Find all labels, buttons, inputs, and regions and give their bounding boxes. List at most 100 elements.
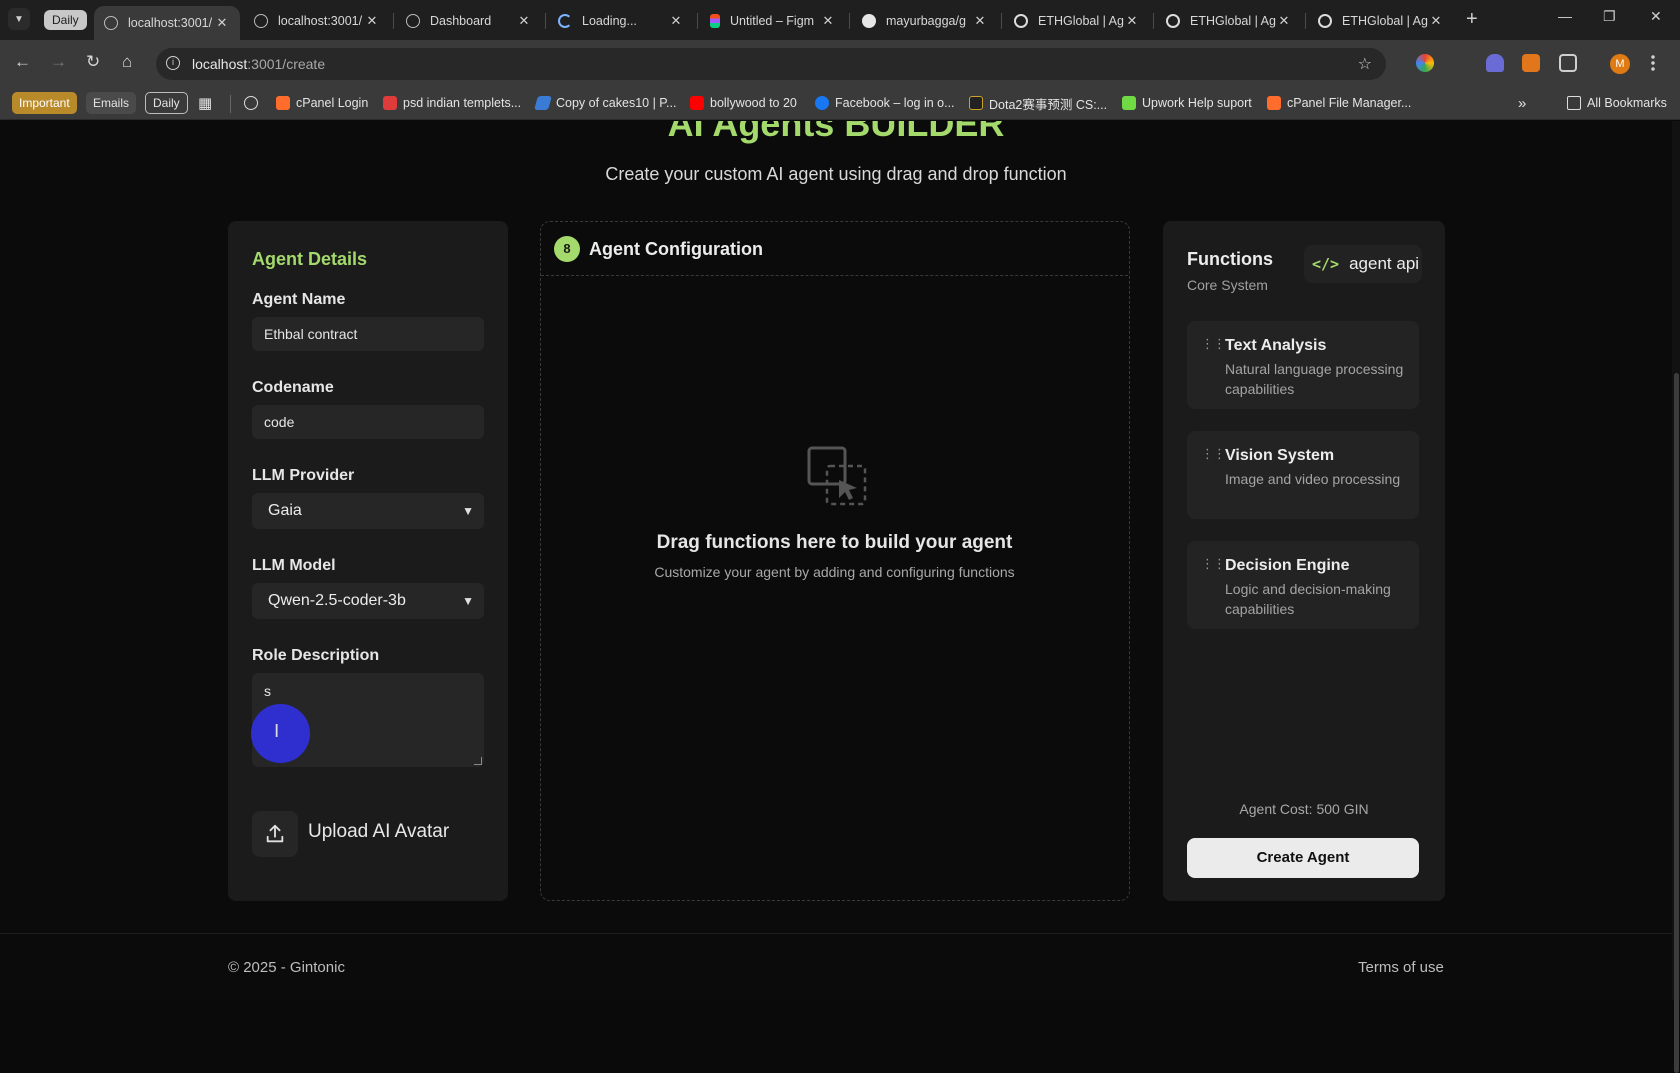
extensions-puzzle-icon[interactable]	[1559, 54, 1577, 72]
tab-github[interactable]: mayurbagga/g ✕	[852, 6, 998, 36]
restore-icon[interactable]: ❐	[1603, 8, 1616, 25]
back-icon[interactable]: ←	[14, 52, 31, 72]
tab-title: Loading...	[582, 14, 637, 28]
scrollbar-thumb[interactable]	[1674, 373, 1679, 1073]
bookmark-cpanel-file-manager[interactable]: cPanel File Manager...	[1267, 92, 1411, 114]
function-title: Text Analysis	[1225, 337, 1327, 354]
agent-name-input[interactable]: Ethbal contract	[252, 317, 484, 351]
chain-link-icon: 8	[554, 236, 580, 262]
window-close-icon[interactable]: ✕	[1650, 8, 1662, 25]
site-info-icon[interactable]: i	[166, 56, 180, 70]
close-icon[interactable]: ✕	[1124, 13, 1140, 29]
function-card-vision-system[interactable]: ⋮⋮ Vision System Image and video process…	[1187, 431, 1419, 519]
terms-of-use-link[interactable]: Terms of use	[1358, 959, 1444, 976]
codename-input[interactable]: code	[252, 405, 484, 439]
cursor-icon	[534, 96, 552, 110]
create-agent-button[interactable]: Create Agent	[1187, 838, 1419, 878]
bookmark-folder-daily[interactable]: Daily	[145, 92, 188, 114]
tab-localhost-create[interactable]: localhost:3001/ ✕	[94, 6, 240, 40]
minimize-icon[interactable]: —	[1558, 8, 1572, 24]
bookmark-star-icon[interactable]: ☆	[1358, 54, 1372, 74]
folder-icon	[1567, 96, 1581, 110]
drag-handle-icon[interactable]: ⋮⋮	[1201, 447, 1226, 462]
close-icon[interactable]: ✕	[972, 13, 988, 29]
tab-separator	[545, 13, 546, 29]
tab-ethglobal-2[interactable]: ETHGlobal | Ag ✕	[1156, 6, 1302, 36]
home-icon[interactable]: ⌂	[122, 52, 132, 72]
functions-heading: Functions	[1187, 249, 1273, 269]
tab-loading[interactable]: Loading... ✕	[548, 6, 694, 36]
globe-icon	[254, 14, 268, 28]
close-icon[interactable]: ✕	[516, 13, 532, 29]
close-icon[interactable]: ✕	[364, 13, 380, 29]
globe-icon	[406, 14, 420, 28]
function-description: Logic and decision-making capabilities	[1225, 581, 1391, 617]
dropzone-subtitle: Customize your agent by adding and confi…	[654, 564, 1015, 580]
reload-icon[interactable]: ↻	[86, 52, 100, 72]
tab-group-daily[interactable]: Daily	[44, 10, 87, 30]
bookmark-dota[interactable]: Dota2赛事预测 CS:...	[969, 92, 1107, 114]
pt-icon	[383, 96, 397, 110]
bookmark-cpanel-login[interactable]: cPanel Login	[276, 92, 368, 114]
function-title: Vision System	[1225, 447, 1335, 464]
llm-model-select[interactable]: Qwen-2.5-coder-3b ▼	[252, 583, 484, 619]
role-description-value: s	[264, 683, 271, 699]
function-card-text-analysis[interactable]: ⋮⋮ Text Analysis Natural language proces…	[1187, 321, 1419, 409]
profile-avatar[interactable]: M	[1610, 54, 1630, 74]
tab-dashboard[interactable]: Dashboard ✕	[396, 6, 542, 36]
close-icon[interactable]: ✕	[214, 15, 230, 31]
address-bar[interactable]: i localhost:3001/create ☆	[156, 48, 1386, 80]
color-extension-icon[interactable]	[1416, 54, 1434, 72]
functions-subheading: Core System	[1187, 277, 1268, 293]
bookmark-upwork[interactable]: Upwork Help suport	[1122, 92, 1252, 114]
apps-grid-icon[interactable]: ▦	[198, 92, 212, 114]
upload-avatar-button[interactable]	[252, 811, 298, 857]
bookmark-cakes[interactable]: Copy of cakes10 | P...	[534, 92, 676, 114]
bookmark-folder-important[interactable]: Important	[12, 92, 77, 114]
metamask-icon[interactable]	[1522, 54, 1540, 72]
more-bookmarks-icon[interactable]: »	[1518, 92, 1526, 114]
ghost-extension-icon[interactable]	[1486, 54, 1504, 72]
forward-icon[interactable]: →	[50, 52, 67, 72]
page-title: AI Agents BUILDER	[667, 121, 1005, 144]
tab-title: mayurbagga/g	[886, 14, 966, 28]
drag-handle-icon[interactable]: ⋮⋮	[1201, 557, 1226, 572]
bookmark-bollywood[interactable]: bollywood to 20	[690, 92, 797, 114]
page-subtitle: Create your custom AI agent using drag a…	[605, 164, 1067, 184]
bookmark-psd[interactable]: psd indian templets...	[383, 92, 521, 114]
function-card-decision-engine[interactable]: ⋮⋮ Decision Engine Logic and decision-ma…	[1187, 541, 1419, 629]
agent-configuration-dropzone[interactable]: 8 Agent Configuration Drag functions her…	[540, 221, 1130, 901]
close-icon[interactable]: ✕	[820, 13, 836, 29]
agent-api-button[interactable]: </> agent api	[1304, 245, 1422, 283]
ethglobal-icon	[1166, 14, 1180, 28]
close-icon[interactable]: ✕	[1276, 13, 1292, 29]
tab-title: localhost:3001/	[278, 14, 363, 28]
close-icon[interactable]: ✕	[668, 13, 684, 29]
tab-title: ETHGlobal | Ag	[1038, 14, 1124, 28]
new-tab-button[interactable]: +	[1466, 8, 1478, 31]
bookmark-folder-emails[interactable]: Emails	[86, 92, 137, 114]
tab-separator	[1305, 13, 1306, 29]
close-icon[interactable]: ✕	[1428, 13, 1444, 29]
page-scrollbar[interactable]	[1672, 121, 1680, 1073]
tab-ethglobal-1[interactable]: ETHGlobal | Ag ✕	[1004, 6, 1150, 36]
drag-handle-icon[interactable]: ⋮⋮	[1201, 337, 1226, 352]
upload-avatar-label[interactable]: Upload AI Avatar	[308, 821, 449, 843]
all-bookmarks[interactable]: All Bookmarks	[1567, 92, 1667, 114]
tab-ethglobal-3[interactable]: ETHGlobal | Ag ✕	[1308, 6, 1454, 36]
bookmark-globe[interactable]	[244, 92, 264, 114]
role-description-label: Role Description	[252, 647, 380, 664]
tab-search-button[interactable]: ▼	[8, 8, 30, 30]
bookmark-facebook[interactable]: Facebook – log in o...	[815, 92, 955, 114]
llm-provider-value: Gaia	[268, 502, 302, 519]
menu-kebab-icon[interactable]	[1650, 54, 1656, 72]
tab-localhost[interactable]: localhost:3001/ ✕	[244, 6, 390, 36]
tab-figma[interactable]: Untitled – Figm ✕	[700, 6, 846, 36]
agent-api-label: agent api	[1349, 254, 1420, 273]
agent-name-label: Agent Name	[252, 291, 346, 308]
footer-copyright: © 2025 - Gintonic	[228, 959, 345, 976]
llm-provider-select[interactable]: Gaia ▼	[252, 493, 484, 529]
resize-handle-icon[interactable]	[474, 757, 482, 765]
tab-separator	[393, 13, 394, 29]
code-icon: </>	[1312, 255, 1340, 273]
